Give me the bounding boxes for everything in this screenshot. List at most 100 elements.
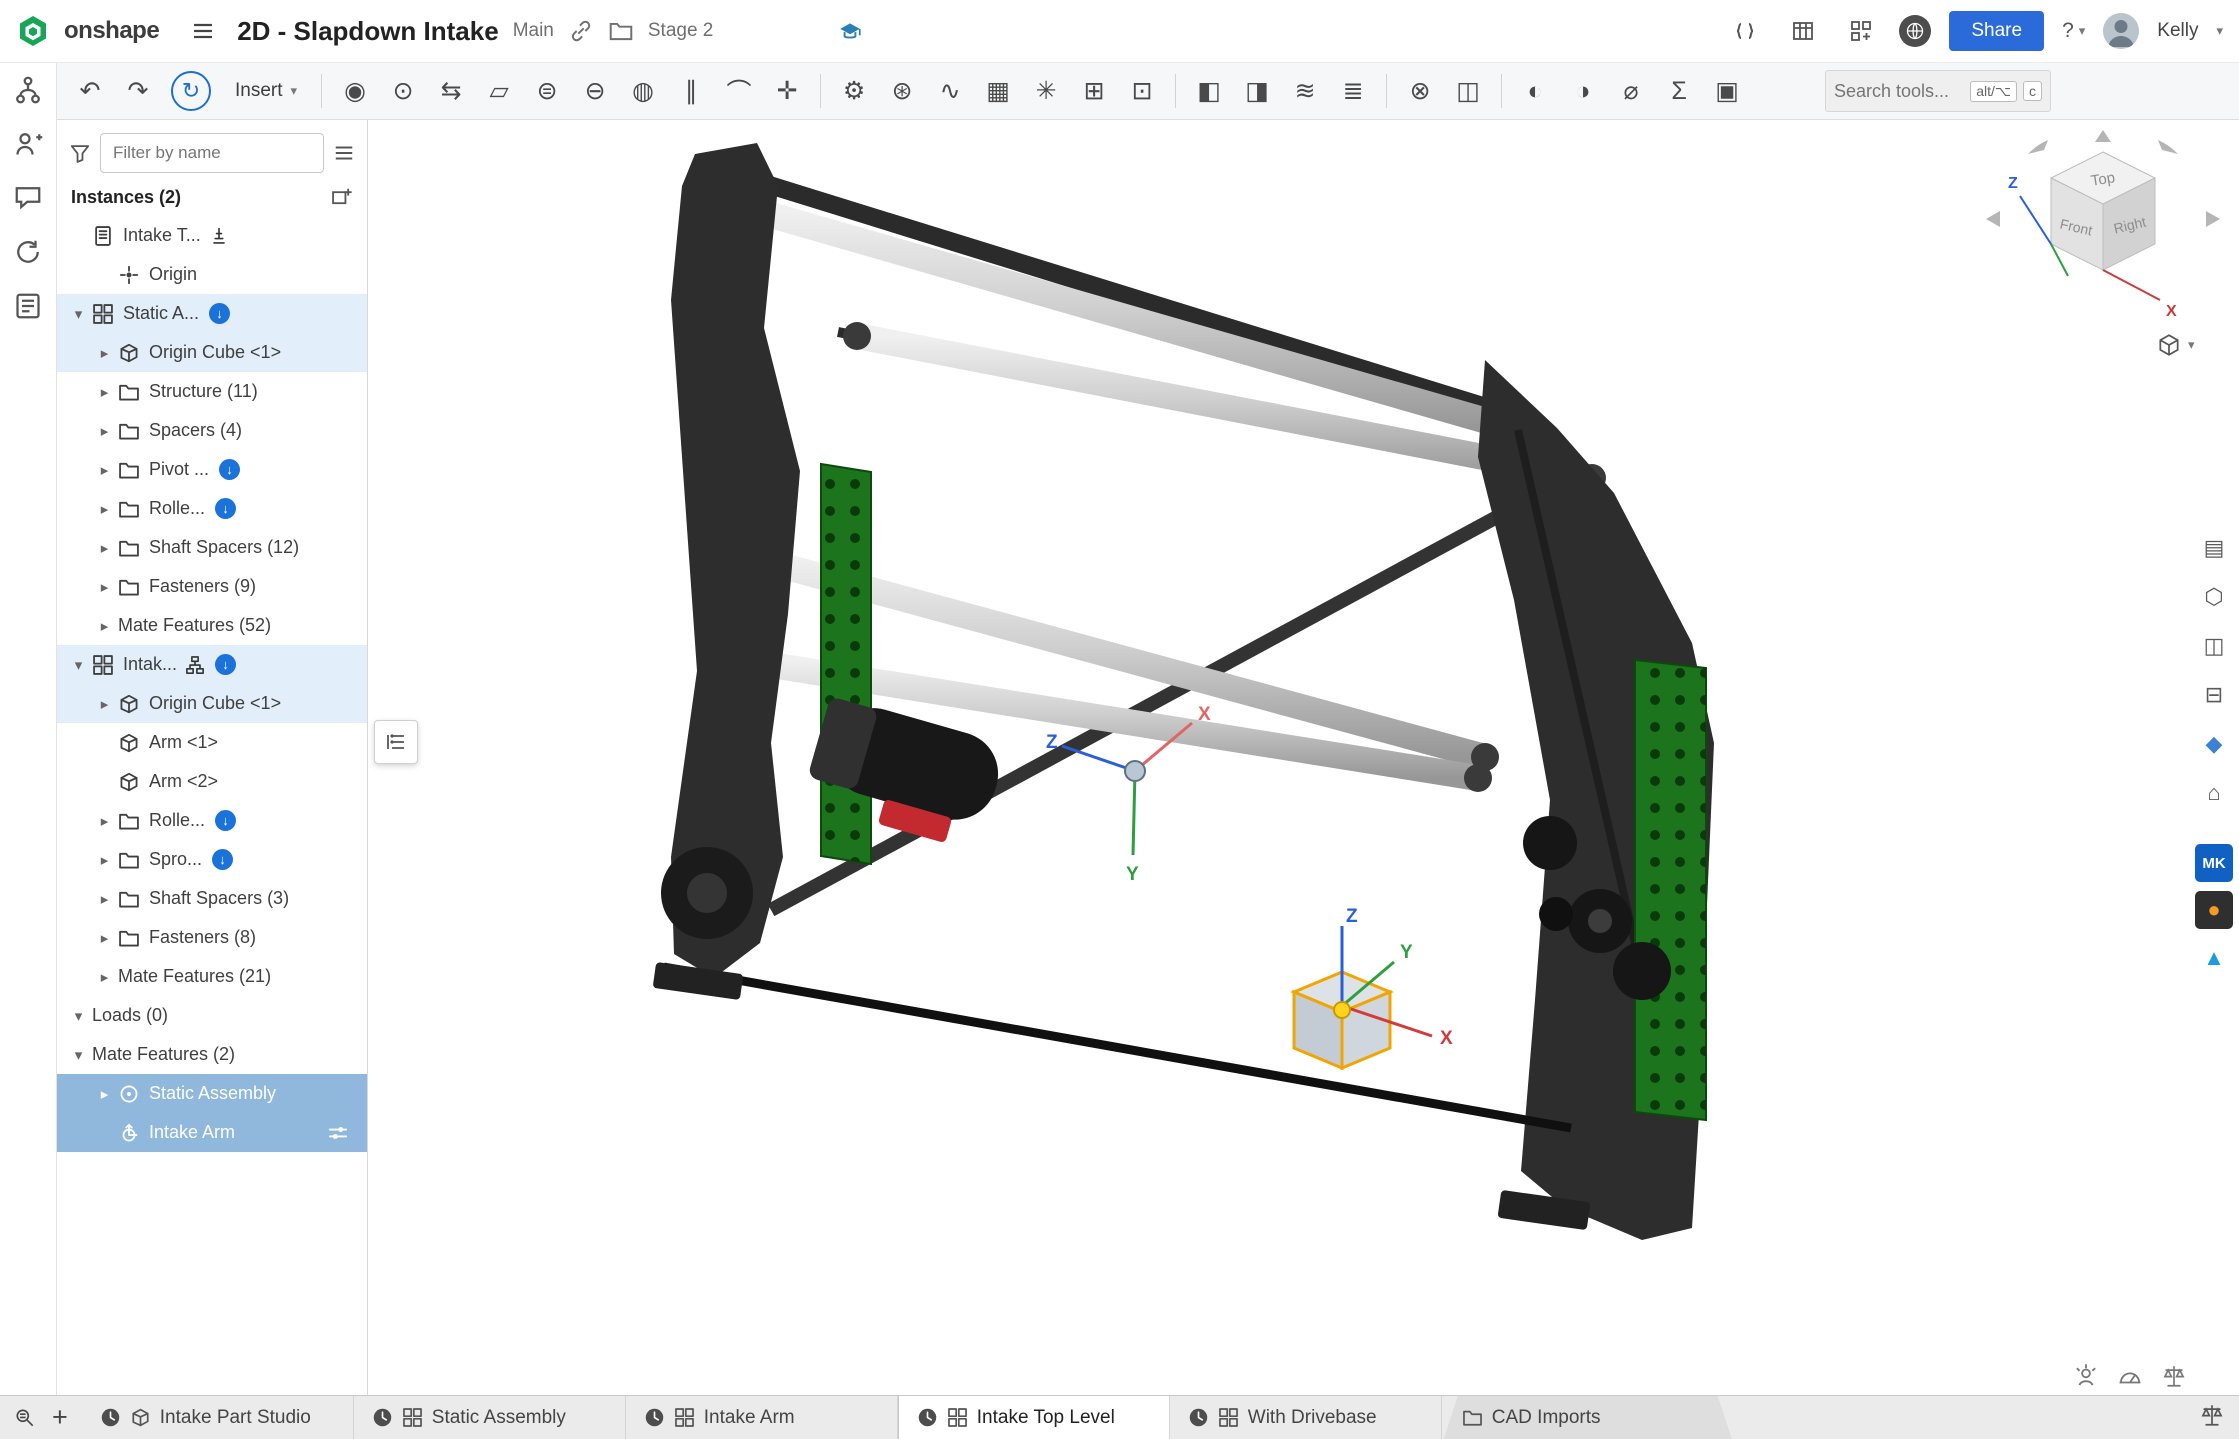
chevron-right-icon[interactable]: ▸: [91, 617, 118, 635]
tree-row[interactable]: ▾Intak...↓: [57, 645, 367, 684]
tree-row[interactable]: ▸Fasteners (9): [57, 567, 367, 606]
update-available-badge[interactable]: ↓: [215, 810, 236, 831]
tree-row[interactable]: ▸Shaft Spacers (3): [57, 879, 367, 918]
tab-intake-part-studio[interactable]: Intake Part Studio: [82, 1396, 354, 1439]
chevron-right-icon[interactable]: ▸: [91, 500, 118, 518]
mkcad-app-icon[interactable]: MK: [2195, 844, 2233, 882]
tree-row[interactable]: ▸Mate Features (52): [57, 606, 367, 645]
redo-icon[interactable]: ↷: [115, 68, 161, 114]
tree-row[interactable]: Intake Arm: [57, 1113, 367, 1152]
main-menu-button[interactable]: [183, 11, 223, 51]
material-panel-icon[interactable]: ◆: [2194, 724, 2234, 764]
chevron-right-icon[interactable]: ▸: [91, 539, 118, 557]
tree-row[interactable]: ▸Pivot ...↓: [57, 450, 367, 489]
display-states-icon[interactable]: ◧: [1186, 68, 1232, 114]
display-options-icon[interactable]: ⊟: [2194, 675, 2234, 715]
interference-icon[interactable]: ◐: [1512, 68, 1558, 114]
circular-pattern-icon[interactable]: ✳: [1023, 68, 1069, 114]
sync-icon[interactable]: [13, 237, 43, 267]
link-icon[interactable]: [568, 18, 594, 44]
performance-monitor-icon[interactable]: [2117, 1363, 2143, 1389]
versions-history-icon[interactable]: [13, 75, 43, 105]
animate-mate-icon[interactable]: [327, 1122, 349, 1144]
tab-cad-imports[interactable]: CAD Imports: [1444, 1396, 1732, 1439]
view-options-button[interactable]: ▾: [2156, 332, 2195, 358]
touch-modes-icon[interactable]: [2073, 1363, 2099, 1389]
tab-with-drivebase[interactable]: With Drivebase: [1170, 1396, 1442, 1439]
bom-icon[interactable]: ≣: [1330, 68, 1376, 114]
assembly-model[interactable]: Z Y X: [368, 120, 2239, 1395]
caret-down-icon[interactable]: ▾: [2216, 23, 2223, 39]
user-avatar[interactable]: [2103, 13, 2139, 49]
tree-row[interactable]: ▾Loads (0): [57, 996, 367, 1035]
mass-properties-icon[interactable]: Σ: [1656, 68, 1702, 114]
graphics-viewport[interactable]: Z Y X: [368, 120, 2239, 1395]
update-available-badge[interactable]: ↓: [219, 459, 240, 480]
units-scale-icon[interactable]: [2161, 1363, 2187, 1389]
spreadsheet-icon[interactable]: [1783, 11, 1823, 51]
mass-properties-icon[interactable]: [2199, 1402, 2225, 1433]
tree-row[interactable]: ▸Rolle...↓: [57, 801, 367, 840]
group-icon[interactable]: ⊡: [1119, 68, 1165, 114]
rack-pinion-relation-icon[interactable]: ⊛: [879, 68, 925, 114]
featurescript-icon[interactable]: [1725, 11, 1765, 51]
chevron-down-icon[interactable]: ▾: [65, 1046, 92, 1064]
fastened-mate-icon[interactable]: ◉: [332, 68, 378, 114]
cad-app-icon[interactable]: ▲: [2194, 938, 2234, 978]
chevron-right-icon[interactable]: ▸: [91, 344, 118, 362]
chevron-right-icon[interactable]: ▸: [91, 968, 118, 986]
new-tab-button[interactable]: +: [52, 1404, 68, 1431]
ball-mate-icon[interactable]: ◍: [620, 68, 666, 114]
rotate-update-icon[interactable]: ↻: [171, 71, 211, 111]
tree-row[interactable]: ▸Static Assembly: [57, 1074, 367, 1113]
planar-mate-icon[interactable]: ▱: [476, 68, 522, 114]
explode-icon[interactable]: ⊗: [1397, 68, 1443, 114]
revolute-mate-icon[interactable]: ⊙: [380, 68, 426, 114]
cylindrical-mate-icon[interactable]: ⊜: [524, 68, 570, 114]
update-available-badge[interactable]: ↓: [215, 498, 236, 519]
tree-row[interactable]: Intake T...: [57, 216, 367, 255]
chevron-down-icon[interactable]: ▾: [65, 305, 92, 323]
insert-instance-icon[interactable]: [331, 186, 353, 208]
chevron-right-icon[interactable]: ▸: [91, 695, 118, 713]
properties-panel-icon[interactable]: ▤: [2194, 528, 2234, 568]
update-available-badge[interactable]: ↓: [215, 654, 236, 675]
chevron-right-icon[interactable]: ▸: [91, 461, 118, 479]
community-panel-icon[interactable]: ⌂: [2194, 773, 2234, 813]
configurations-icon[interactable]: ◨: [1234, 68, 1280, 114]
update-available-badge[interactable]: ↓: [209, 303, 230, 324]
help-menu[interactable]: ? ▾: [2062, 19, 2085, 43]
chevron-right-icon[interactable]: ▸: [91, 890, 118, 908]
tree-row[interactable]: ▸Origin Cube <1>: [57, 333, 367, 372]
tree-row[interactable]: ▸Rolle...↓: [57, 489, 367, 528]
section-view-icon[interactable]: ◑: [1560, 68, 1606, 114]
chevron-right-icon[interactable]: ▸: [91, 383, 118, 401]
workspace-name[interactable]: Main: [513, 20, 554, 42]
view-cube[interactable]: Top Front Right Z X: [1968, 124, 2238, 359]
tab-intake-top-level[interactable]: Intake Top Level: [898, 1396, 1170, 1439]
chevron-right-icon[interactable]: ▸: [91, 422, 118, 440]
user-name[interactable]: Kelly: [2157, 20, 2198, 42]
tree-row[interactable]: ▸Spacers (4): [57, 411, 367, 450]
parts-panel-icon[interactable]: ⬡: [2194, 577, 2234, 617]
tree-row[interactable]: ▾Static A...↓: [57, 294, 367, 333]
linear-pattern-icon[interactable]: ▦: [975, 68, 1021, 114]
mate-connector-icon[interactable]: ✛: [764, 68, 810, 114]
pin-slot-mate-icon[interactable]: ⊖: [572, 68, 618, 114]
search-tabs-icon[interactable]: [14, 1407, 36, 1429]
tree-row[interactable]: ▾Mate Features (2): [57, 1035, 367, 1074]
share-button[interactable]: Share: [1949, 11, 2044, 51]
undo-icon[interactable]: ↶: [67, 68, 113, 114]
tab-static-assembly[interactable]: Static Assembly: [354, 1396, 626, 1439]
insert-button[interactable]: Insert ▾: [221, 69, 311, 113]
chevron-down-icon[interactable]: ▾: [65, 1007, 92, 1025]
list-view-icon[interactable]: [333, 142, 355, 164]
snapshot-icon[interactable]: ◫: [1445, 68, 1491, 114]
filter-input[interactable]: [100, 133, 324, 173]
chevron-right-icon[interactable]: ▸: [91, 812, 118, 830]
structure-flyout-button[interactable]: [374, 720, 418, 764]
properties-panel-icon[interactable]: [13, 291, 43, 321]
analysis-icon[interactable]: ▣: [1704, 68, 1750, 114]
tangent-relation-icon[interactable]: ⌒: [716, 68, 762, 114]
named-positions-icon[interactable]: ≋: [1282, 68, 1328, 114]
